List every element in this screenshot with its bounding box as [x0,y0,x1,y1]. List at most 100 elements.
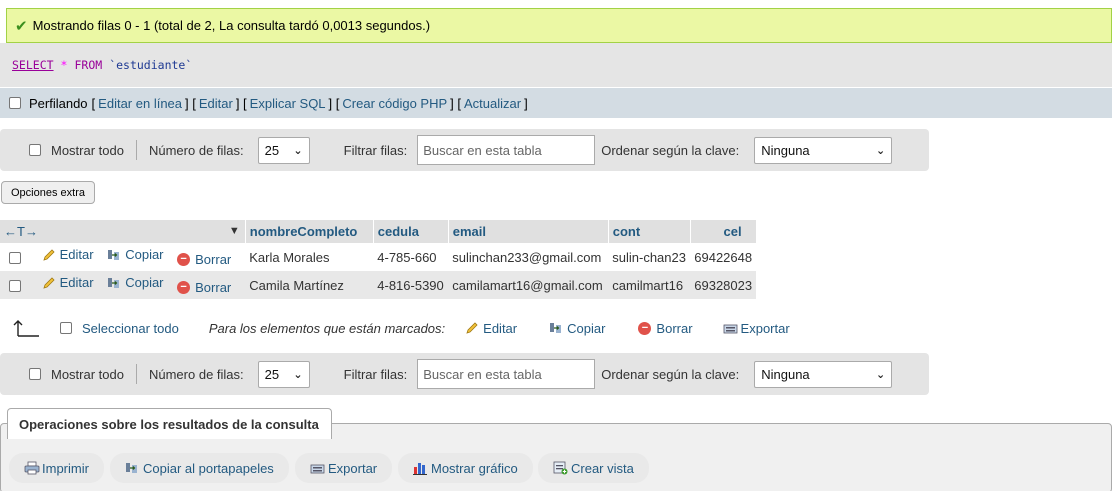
column-header-cedula[interactable]: cedula [373,220,449,243]
column-header-email[interactable]: email [448,220,609,243]
copy-icon [549,321,563,335]
rows-select[interactable]: 25 ⌄ [257,360,310,388]
bulk-copy-button[interactable]: Copiar [549,321,605,336]
cell-cont[interactable]: sulin-chan23 [608,243,691,271]
sort-select[interactable]: Ninguna ⌄ [754,360,893,388]
cell-cel[interactable]: 69422648 [690,243,757,271]
filter-label: Filtrar filas: [343,142,408,158]
cell-cedula[interactable]: 4-785-660 [373,243,449,271]
sql-table-name: `estudiante` [109,58,193,72]
row-delete-link[interactable]: − Borrar [177,280,231,295]
create-view-button[interactable]: Crear vista [538,453,649,483]
sort-triangle-icon[interactable]: ▼ [229,225,240,237]
export-icon [723,321,737,335]
copy-icon [107,248,121,262]
divider [135,140,137,160]
filter-label: Filtrar filas: [343,366,408,382]
select-all-checkbox[interactable] [60,322,72,334]
table-row: Editar Copiar − Borrar Karla Morales 4-78… [0,243,757,271]
bulk-export-button[interactable]: Exportar [723,321,790,336]
sql-query-box: SELECT * FROM `estudiante` [0,43,1112,87]
sort-label: Ordenar según la clave: [601,366,740,382]
chevron-down-icon: ⌄ [293,368,303,381]
chevron-down-icon: ⌄ [293,144,303,157]
row-edit-link[interactable]: Editar [42,247,94,262]
profiling-checkbox[interactable] [9,97,21,109]
printer-icon [24,461,40,475]
success-message: ✔ Mostrando filas 0 - 1 (total de 2, La … [6,8,1112,43]
check-icon: ✔ [15,17,28,35]
bulk-edit-button[interactable]: Editar [465,321,517,336]
explain-sql-link[interactable]: Explicar SQL [250,96,326,111]
show-all-label: Mostrar todo [51,142,124,158]
table-row: Editar Copiar − Borrar Camila Martínez 4-… [0,271,757,299]
cell-cel[interactable]: 69328023 [690,271,757,299]
delete-icon: − [177,280,191,294]
profiling-bar: Perfilando [Editar en línea] [Editar] [E… [0,88,1112,118]
row-actions: Editar Copiar − Borrar [0,271,246,299]
select-all-link[interactable]: Seleccionar todo [82,321,179,336]
cell-cont[interactable]: camilmart16 [608,271,691,299]
bulk-actions: Seleccionar todo Para los elementos que … [0,315,790,341]
copy-icon [107,276,121,290]
show-chart-button[interactable]: Mostrar gráfico [398,453,533,483]
cell-email[interactable]: camilamart16@gmail.com [448,271,609,299]
copy-clipboard-button[interactable]: Copiar al portapapeles [110,453,289,483]
success-text: Mostrando filas 0 - 1 (total de 2, La co… [32,18,431,33]
row-copy-link[interactable]: Copiar [107,247,164,262]
divider [135,364,137,384]
refresh-link[interactable]: Actualizar [464,96,521,111]
results-table: ←T→ ▼ nombreCompleto cedula email cont c… [0,220,757,299]
export-icon [310,461,325,475]
row-checkbox[interactable] [9,280,21,293]
filter-input[interactable]: Buscar en esta tabla [417,135,596,165]
marked-label: Para los elementos que están marcados: [208,320,446,336]
export-button[interactable]: Exportar [295,453,393,483]
sort-select[interactable]: Ninguna ⌄ [754,136,893,164]
operations-title: Operaciones sobre los resultados de la c… [7,408,332,439]
nav-bar-top: Mostrar todo Número de filas: 25 ⌄ Filtra… [0,129,929,171]
cell-nombreCompleto[interactable]: Karla Morales [245,243,374,271]
show-all-label: Mostrar todo [51,366,124,382]
chevron-down-icon: ⌄ [876,368,886,381]
row-actions: Editar Copiar − Borrar [0,243,246,271]
chevron-down-icon: ⌄ [876,144,886,157]
cell-email[interactable]: sulinchan233@gmail.com [448,243,609,271]
rows-label: Número de filas: [148,366,244,382]
column-header-nombreCompleto[interactable]: nombreCompleto [245,220,374,243]
pencil-icon [42,276,56,290]
inline-edit-link[interactable]: Editar en línea [98,96,182,111]
bar-chart-icon [413,461,427,475]
pencil-icon [42,248,56,262]
show-all-checkbox[interactable] [29,368,41,380]
sql-from-keyword: FROM [74,58,103,72]
sql-star: * [60,58,68,72]
sort-label: Ordenar según la clave: [601,142,740,158]
arrow-up-left-icon [12,318,40,338]
edit-link[interactable]: Editar [199,96,233,111]
delete-icon: − [638,321,652,335]
rows-label: Número de filas: [148,142,244,158]
delete-icon: − [177,252,191,266]
row-edit-link[interactable]: Editar [42,275,94,290]
show-all-checkbox[interactable] [29,144,41,156]
row-checkbox[interactable] [9,252,21,265]
column-arrows[interactable]: ←T→ ▼ [0,220,246,243]
extra-options-button[interactable]: Opciones extra [1,181,95,204]
sql-select-keyword[interactable]: SELECT [12,58,54,72]
view-add-icon [553,461,568,475]
profiling-label: Perfilando [29,95,88,111]
column-header-cont[interactable]: cont [608,220,691,243]
column-header-cel[interactable]: cel [690,220,757,243]
cell-nombreCompleto[interactable]: Camila Martínez [245,271,374,299]
filter-input[interactable]: Buscar en esta tabla [417,359,596,389]
nav-bar-bottom: Mostrar todo Número de filas: 25 ⌄ Filtra… [0,353,929,395]
row-delete-link[interactable]: − Borrar [177,252,231,267]
row-copy-link[interactable]: Copiar [107,275,164,290]
cell-cedula[interactable]: 4-816-5390 [373,271,449,299]
create-php-link[interactable]: Crear código PHP [342,96,447,111]
print-button[interactable]: Imprimir [9,453,104,483]
pencil-icon [465,321,479,335]
bulk-delete-button[interactable]: − Borrar [638,321,693,336]
rows-select[interactable]: 25 ⌄ [257,136,310,164]
